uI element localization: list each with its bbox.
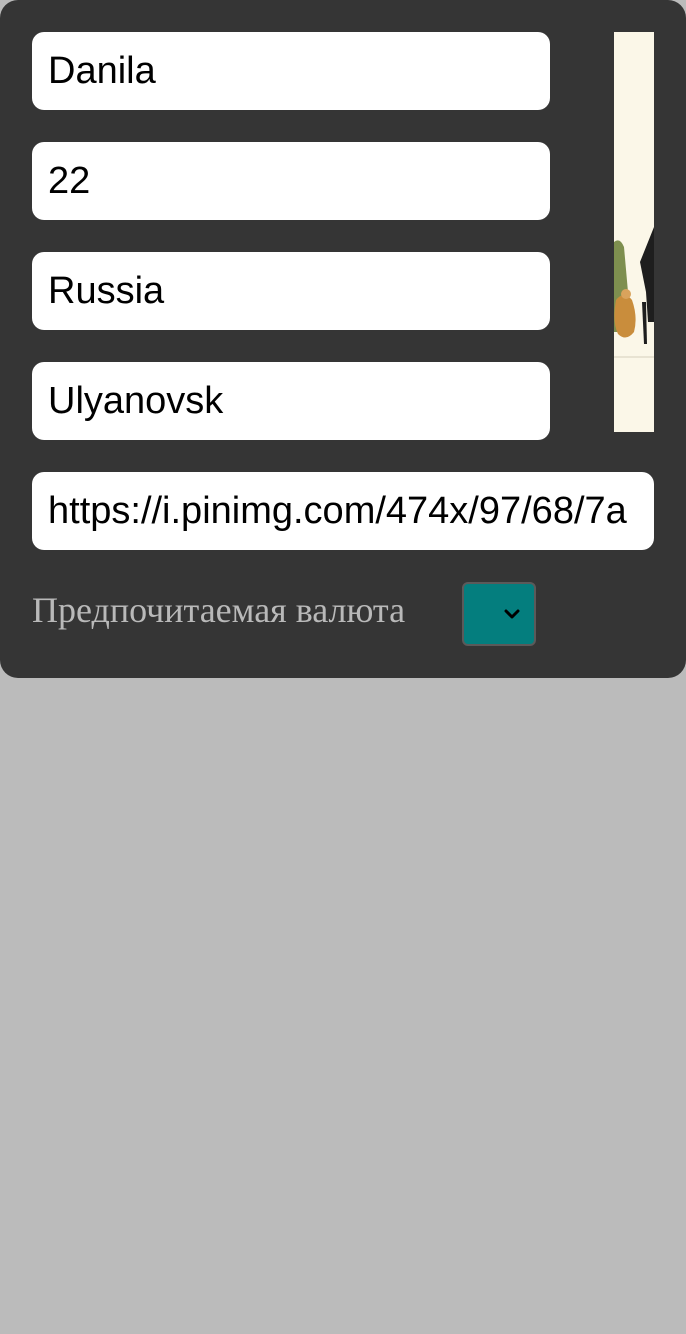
chevron-down-icon <box>504 609 520 619</box>
profile-form-card: Предпочитаемая валюта <box>0 0 686 678</box>
avatar-image <box>614 32 654 432</box>
avatar-illustration <box>614 32 654 432</box>
currency-label: Предпочитаемая валюта <box>32 590 406 630</box>
age-input[interactable] <box>32 142 550 220</box>
avatar-url-input[interactable] <box>32 472 654 550</box>
country-input[interactable] <box>32 252 550 330</box>
currency-select[interactable] <box>462 582 536 646</box>
city-input[interactable] <box>32 362 550 440</box>
name-input[interactable] <box>32 32 550 110</box>
